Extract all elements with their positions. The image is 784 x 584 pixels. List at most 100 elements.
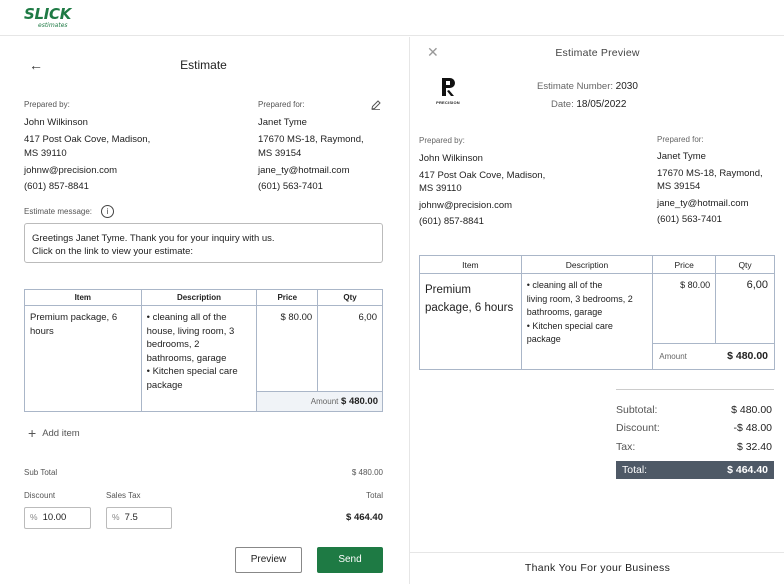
prepared-by-email: johnw@precision.com [24, 165, 118, 176]
preview-description-line: living room, 3 bedrooms, 2 [526, 293, 633, 304]
item-description-cell[interactable]: • cleaning all of the house, living room… [140, 305, 258, 412]
total-value: $ 464.40 [346, 512, 383, 523]
estimate-message-line: Click on the link to view your estimate: [32, 246, 194, 257]
app-logo-tagline: estimates [38, 22, 68, 29]
amount-label: Amount [310, 397, 339, 406]
prepared-for-phone: (601) 563-7401 [258, 181, 323, 192]
page-title: Estimate [180, 58, 227, 72]
description-line: bathrooms, garage [146, 352, 227, 364]
preview-description-line: • Kitchen special care [526, 320, 613, 331]
estimate-number-value: 2030 [615, 81, 638, 92]
preview-title: Estimate Preview [555, 47, 640, 59]
preview-tax-value: $ 32.40 [736, 441, 772, 453]
table-header-row: Item Description Price Qty [24, 289, 383, 306]
prepared-by-address2: MS 39110 [24, 148, 67, 159]
preview-item-qty-cell: 6,00 [715, 273, 775, 344]
preview-discount-value: -$ 48.00 [733, 422, 772, 434]
estimate-number: Estimate Number: 2030 [537, 81, 638, 92]
description-line: • Kitchen special care [146, 366, 238, 377]
preview-item-price-cell: $ 80.00 [652, 273, 717, 344]
amount-cell: Amount $ 480.00 [256, 391, 383, 412]
preview-column-header-price: Price [652, 255, 717, 274]
description-line: package [146, 379, 183, 391]
description-line: • cleaning all of the [146, 312, 227, 323]
top-bar: SLICK estimates [0, 0, 784, 36]
preview-footer: Thank You For your Business [410, 552, 784, 584]
preview-discount-label: Discount: [616, 422, 660, 434]
preview-prepared-by-label: Prepared by: [419, 136, 465, 145]
preview-prepared-for-email: jane_ty@hotmail.com [657, 198, 749, 209]
column-header-item: Item [24, 289, 142, 306]
estimate-message-line: Greetings Janet Tyme. Thank you for your… [32, 233, 275, 244]
item-price-cell[interactable]: $ 80.00 [256, 305, 319, 392]
sales-tax-label: Sales Tax [106, 491, 141, 500]
preview-item-description-cell: • cleaning all of the living room, 3 bed… [520, 273, 654, 370]
table-row: Premium package, 6 hours • cleaning all … [419, 273, 775, 370]
preview-description-line: • cleaning all of the [526, 280, 603, 290]
estimate-form-panel: ← Estimate Prepared by: Prepared for: Jo… [0, 37, 407, 584]
column-header-description: Description [140, 289, 258, 306]
preview-amount-cell: Amount $ 480.00 [652, 343, 775, 370]
add-item-button[interactable]: + Add item [28, 425, 80, 441]
pencil-icon[interactable] [370, 99, 382, 111]
preview-column-header-item: Item [419, 255, 522, 274]
discount-input-value: 10.00 [42, 512, 67, 523]
prepared-by-phone: (601) 857-8841 [24, 181, 89, 192]
sales-tax-percent-prefix: % [112, 512, 120, 522]
preview-prepared-by-phone: (601) 857-8841 [419, 216, 484, 227]
preview-subtotal-value: $ 480.00 [731, 404, 772, 416]
column-header-price: Price [256, 289, 319, 306]
table-row[interactable]: Premium package, 6 hours • cleaning all … [24, 305, 383, 412]
discount-input[interactable]: % 10.00 [24, 507, 91, 529]
discount-percent-prefix: % [30, 512, 38, 522]
preview-description-line: bathrooms, garage [526, 307, 603, 317]
prepared-for-label: Prepared for: [258, 100, 305, 109]
discount-label: Discount [24, 491, 56, 500]
preview-item-line: Premium [425, 284, 472, 296]
prepared-by-name: John Wilkinson [24, 117, 88, 128]
preview-column-header-description: Description [520, 255, 654, 274]
prepared-by-address1: 417 Post Oak Cove, Madison, [24, 134, 151, 145]
plus-icon: + [28, 425, 37, 441]
amount-value: $ 480.00 [341, 396, 378, 407]
item-name-cell[interactable]: Premium package, 6 hours [24, 305, 142, 412]
subtotal-value: $ 480.00 [351, 468, 383, 477]
totals-divider [616, 389, 774, 390]
preview-prepared-for-name: Janet Tyme [657, 151, 706, 162]
estimate-preview-panel: ✕ Estimate Preview PRECISION Estimate Nu… [409, 37, 784, 584]
estimate-date-label: Date: [551, 99, 574, 110]
preview-line-items-table: Item Description Price Qty Premium packa… [419, 255, 775, 370]
preview-prepared-for-address2: MS 39154 [657, 181, 701, 192]
preview-button[interactable]: Preview [235, 547, 302, 573]
app-logo[interactable]: SLICK estimates [24, 7, 71, 29]
company-logo: PRECISION [428, 77, 468, 115]
preview-item-name-cell: Premium package, 6 hours [419, 273, 522, 370]
prepared-for-address2: MS 39154 [258, 148, 302, 159]
preview-prepared-by-address1: 417 Post Oak Cove, Madison, [419, 170, 546, 181]
preview-subtotal-label: Subtotal: [616, 404, 658, 416]
send-button[interactable]: Send [317, 547, 383, 573]
prepared-for-name: Janet Tyme [258, 117, 307, 128]
sales-tax-input[interactable]: % 7.5 [106, 507, 172, 529]
preview-description-line: package [526, 334, 561, 344]
preview-prepared-for-phone: (601) 563-7401 [657, 214, 722, 225]
precision-logo-icon [442, 78, 455, 96]
preview-total-bar: Total: $ 464.40 [616, 461, 774, 479]
estimate-number-label: Estimate Number: [537, 81, 614, 92]
preview-amount-label: Amount [659, 352, 687, 361]
company-logo-text: PRECISION [436, 100, 460, 105]
estimate-message-input[interactable]: Greetings Janet Tyme. Thank you for your… [24, 223, 383, 263]
info-icon[interactable]: i [101, 205, 114, 218]
item-qty-cell[interactable]: 6,00 [317, 305, 383, 392]
preview-prepared-by-email: johnw@precision.com [419, 200, 513, 211]
preview-item-line: package, 6 hours [425, 302, 514, 314]
preview-prepared-by-name: John Wilkinson [419, 153, 483, 164]
description-line: house, living room, 3 [146, 325, 235, 337]
app-logo-name: SLICK [24, 5, 72, 23]
line-items-table: Item Description Price Qty Premium packa… [24, 289, 383, 412]
prepared-by-label: Prepared by: [24, 100, 70, 109]
prepared-for-address1: 17670 MS-18, Raymond, [258, 134, 364, 145]
estimate-date-value: 18/05/2022 [576, 99, 627, 110]
preview-tax-label: Tax: [616, 441, 636, 453]
preview-amount-value: $ 480.00 [727, 350, 768, 362]
